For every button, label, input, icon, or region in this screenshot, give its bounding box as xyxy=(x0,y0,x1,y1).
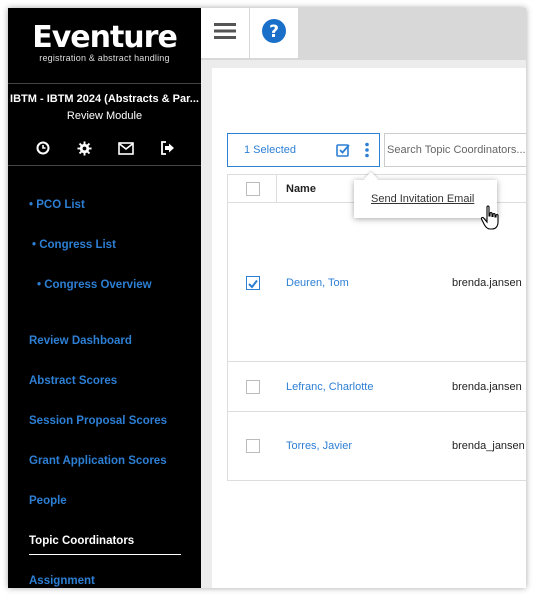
selection-count: 1 Selected xyxy=(244,144,296,156)
gear-icon[interactable] xyxy=(75,138,95,158)
row-email: brenda_jansen xyxy=(452,440,525,452)
app-window: Eventure registration & abstract handlin… xyxy=(8,8,526,588)
clock-icon[interactable] xyxy=(33,138,53,158)
nav-congress-overview[interactable]: • Congress Overview xyxy=(37,279,152,291)
menu-button[interactable] xyxy=(201,8,249,58)
row-email: brenda.jansen xyxy=(452,277,522,289)
select-all-checkbox[interactable] xyxy=(246,182,260,196)
svg-text:?: ? xyxy=(269,22,279,42)
row-checkbox[interactable] xyxy=(246,380,260,394)
row-checkbox[interactable] xyxy=(246,439,260,453)
logo-name: Eventure xyxy=(32,20,178,55)
selection-box[interactable]: 1 Selected xyxy=(227,133,380,167)
nav-pco-list[interactable]: • PCO List xyxy=(29,199,85,211)
hamburger-icon xyxy=(214,22,236,45)
checkmark-icon xyxy=(248,279,258,289)
nav-congress-list[interactable]: • Congress List xyxy=(32,239,116,251)
sidebar: Eventure registration & abstract handlin… xyxy=(8,8,201,588)
sidebar-icon-row xyxy=(33,138,178,158)
nav-topic-coordinators[interactable]: Topic Coordinators xyxy=(29,535,134,547)
nav-review-dashboard[interactable]: Review Dashboard xyxy=(29,335,132,347)
row-name-link[interactable]: Lefranc, Charlotte xyxy=(286,381,373,393)
row-name-link[interactable]: Torres, Javier xyxy=(286,440,352,452)
search-input[interactable]: Search Topic Coordinators... xyxy=(384,133,526,167)
module-name: Review Module xyxy=(66,110,143,122)
active-nav-underline xyxy=(29,554,181,555)
logo: Eventure registration & abstract handlin… xyxy=(8,20,201,64)
table-row: Lefranc, Charlotte brenda.jansen xyxy=(228,362,526,412)
send-invitation-email-item[interactable]: Send Invitation Email xyxy=(371,193,474,205)
nav-abstract-scores[interactable]: Abstract Scores xyxy=(29,375,117,387)
check-square-icon[interactable] xyxy=(336,143,350,157)
actions-dropdown: Send Invitation Email xyxy=(354,171,497,218)
row-name-link[interactable]: Deuren, Tom xyxy=(286,277,349,289)
nav-people[interactable]: People xyxy=(29,495,67,507)
divider xyxy=(8,165,201,166)
nav-assignment[interactable]: Assignment xyxy=(29,575,95,587)
help-icon: ? xyxy=(261,18,287,49)
divider xyxy=(8,83,201,84)
nav-grant-application-scores[interactable]: Grant Application Scores xyxy=(29,455,167,467)
top-bar: ? xyxy=(201,8,526,60)
row-email: brenda.jansen xyxy=(452,381,522,393)
event-title: IBTM - IBTM 2024 (Abstracts & Par... xyxy=(10,93,199,105)
table-row: Torres, Javier brenda_jansen xyxy=(228,412,526,481)
name-column-header[interactable]: Name xyxy=(286,183,316,195)
row-checkbox[interactable] xyxy=(246,276,260,290)
hand-cursor-icon xyxy=(480,205,499,230)
help-button[interactable]: ? xyxy=(250,8,298,58)
header-divider xyxy=(276,175,277,203)
nav-session-proposal-scores[interactable]: Session Proposal Scores xyxy=(29,415,167,427)
envelope-icon[interactable] xyxy=(116,138,136,158)
logout-icon[interactable] xyxy=(158,138,178,158)
kebab-menu-icon[interactable] xyxy=(364,142,370,158)
